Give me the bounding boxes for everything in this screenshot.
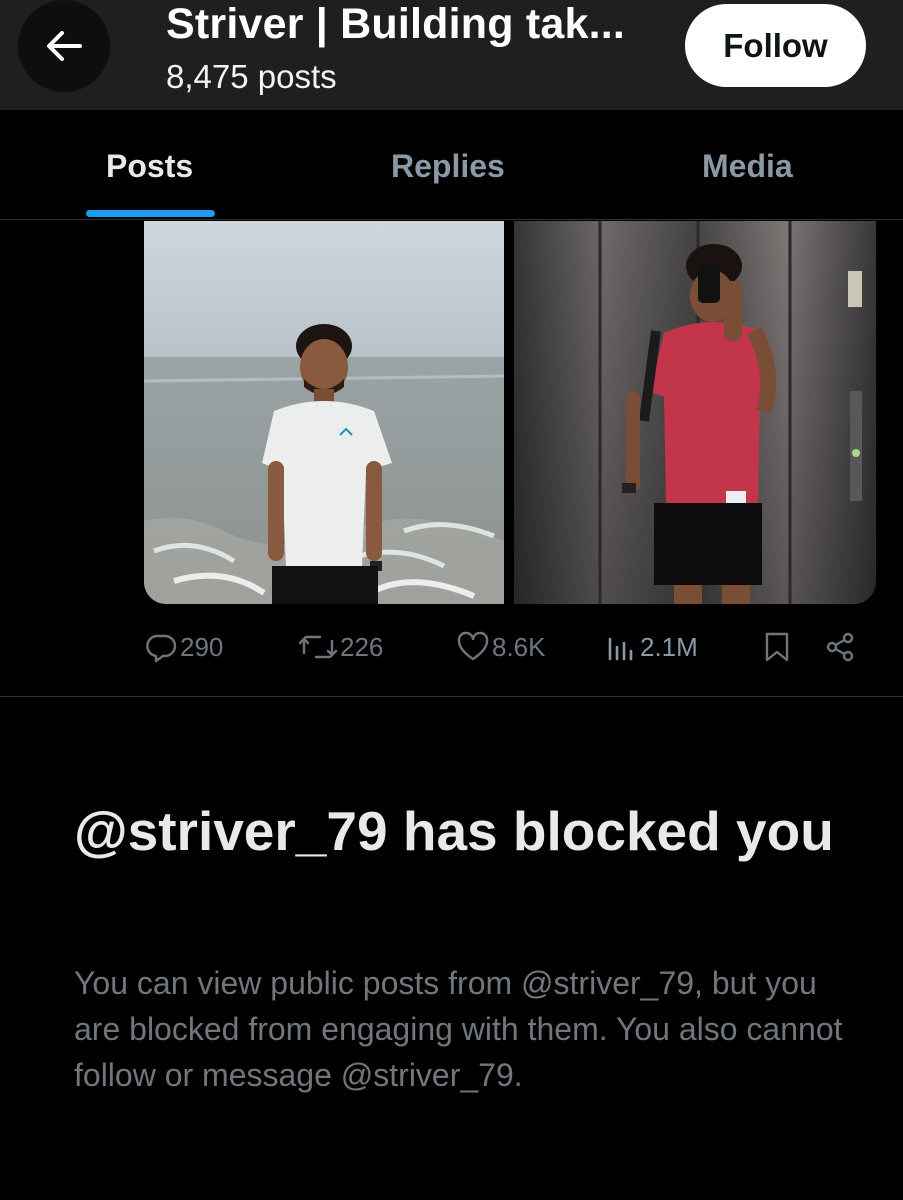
post-divider <box>0 696 903 697</box>
views-button[interactable]: 2.1M <box>606 622 698 672</box>
like-count: 8.6K <box>492 631 546 662</box>
like-button[interactable]: 8.6K <box>456 622 546 672</box>
heart-icon <box>457 631 489 661</box>
reply-count: 290 <box>180 631 224 662</box>
bookmark-icon <box>765 632 789 662</box>
tab-posts[interactable]: Posts <box>106 148 193 185</box>
reply-icon <box>146 634 177 663</box>
arrow-left-icon <box>47 31 82 61</box>
bookmark-button[interactable] <box>762 622 792 672</box>
profile-header: Striver | Building tak... 8,475 posts Fo… <box>0 0 903 110</box>
repost-button[interactable]: 226 <box>298 622 383 672</box>
repost-icon <box>298 635 338 659</box>
post-actions: 290 226 8.6K 2.1M <box>0 622 903 672</box>
back-button[interactable] <box>18 0 110 92</box>
share-button[interactable] <box>824 622 856 672</box>
view-count: 2.1M <box>640 631 698 662</box>
profile-name: Striver | Building tak... <box>166 0 626 48</box>
reply-button[interactable]: 290 <box>146 622 223 672</box>
post-photo-elevator-selfie[interactable] <box>514 221 876 604</box>
repost-count: 226 <box>340 631 384 662</box>
profile-page: Striver | Building tak... 8,475 posts Fo… <box>0 0 903 1200</box>
post-count: 8,475 posts <box>166 58 337 95</box>
blocked-description: You can view public posts from @striver_… <box>74 965 843 1093</box>
share-icon <box>826 632 854 662</box>
post-photo-beach[interactable] <box>144 221 504 604</box>
tab-replies[interactable]: Replies <box>391 148 505 185</box>
tab-media[interactable]: Media <box>702 148 793 185</box>
analytics-icon <box>608 637 633 661</box>
blocked-title: @striver_79 has blocked you <box>74 800 834 862</box>
follow-button[interactable]: Follow <box>685 4 866 87</box>
profile-tabs: Posts Replies Media <box>0 110 903 220</box>
active-tab-indicator <box>86 210 215 217</box>
